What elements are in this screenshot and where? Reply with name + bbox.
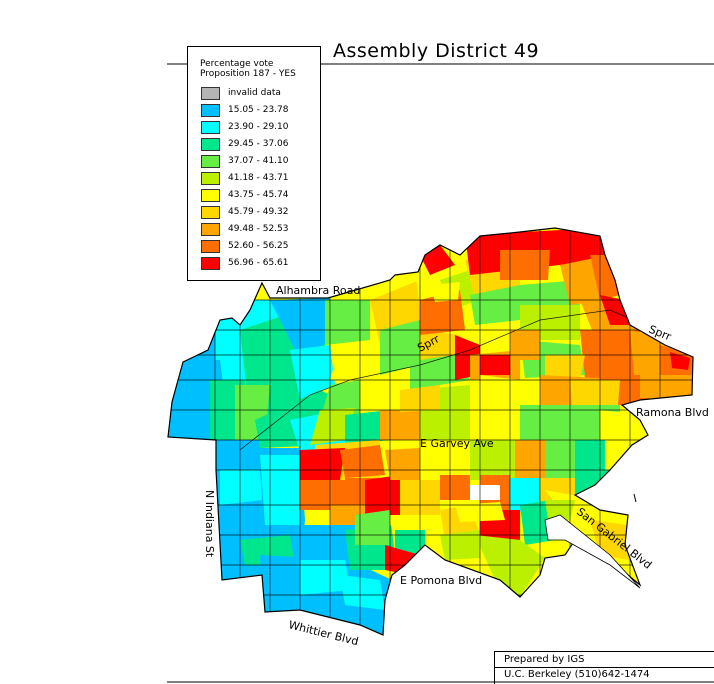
legend-label: 15.05 - 23.78 xyxy=(228,105,289,115)
credit-line1: Prepared by IGS xyxy=(504,654,585,665)
legend-swatch xyxy=(201,154,220,168)
legend-item: 49.48 - 52.53 xyxy=(201,222,289,236)
district-map: Alhambra Road Sprr Sprr Ramona Blvd E Ga… xyxy=(167,63,714,683)
legend-item: 45.79 - 49.32 xyxy=(201,205,289,219)
legend-item: 23.90 - 29.10 xyxy=(201,120,289,134)
legend-swatch xyxy=(201,239,220,253)
legend-swatch xyxy=(201,171,220,185)
legend-item: 15.05 - 23.78 xyxy=(201,103,289,117)
legend-label: 49.48 - 52.53 xyxy=(228,224,289,234)
legend-label: 52.60 - 56.25 xyxy=(228,241,289,251)
map-title: Assembly District 49 xyxy=(333,40,540,62)
legend-label: 37.07 - 41.10 xyxy=(228,156,289,166)
street-label-alhambra: Alhambra Road xyxy=(276,284,360,297)
legend-item: 56.96 - 65.61 xyxy=(201,256,289,270)
legend-swatch xyxy=(201,222,220,236)
legend-label: 23.90 - 29.10 xyxy=(228,122,289,132)
legend-title: Percentage vote Proposition 187 - YES xyxy=(200,59,296,79)
legend: Percentage vote Proposition 187 - YES in… xyxy=(187,46,321,281)
street-label-garvey: E Garvey Ave xyxy=(420,437,494,450)
legend-swatch xyxy=(201,103,220,117)
street-label-ramona: Ramona Blvd xyxy=(636,406,709,419)
legend-label: 29.45 - 37.06 xyxy=(228,139,289,149)
street-label-indiana: N Indiana St xyxy=(203,490,216,558)
legend-item: 29.45 - 37.06 xyxy=(201,137,289,151)
legend-item: 52.60 - 56.25 xyxy=(201,239,289,253)
legend-label: 43.75 - 45.74 xyxy=(228,190,289,200)
legend-item: 41.18 - 43.71 xyxy=(201,171,289,185)
legend-item: 43.75 - 45.74 xyxy=(201,188,289,202)
legend-label: 41.18 - 43.71 xyxy=(228,173,289,183)
credit-box: Prepared by IGS U.C. Berkeley (510)642-1… xyxy=(494,651,714,684)
legend-swatch xyxy=(201,120,220,134)
legend-swatch xyxy=(201,205,220,219)
legend-title-line2: Proposition 187 - YES xyxy=(200,69,296,79)
street-label-pomona: E Pomona Blvd xyxy=(400,574,482,587)
legend-label: 56.96 - 65.61 xyxy=(228,258,289,268)
legend-item: invalid data xyxy=(201,86,281,100)
legend-swatch xyxy=(201,256,220,270)
map-figure: Alhambra Road Sprr Sprr Ramona Blvd E Ga… xyxy=(0,0,714,684)
legend-title-line1: Percentage vote xyxy=(200,59,274,69)
legend-swatch xyxy=(201,137,220,151)
credit-line2: U.C. Berkeley (510)642-1474 xyxy=(504,669,650,680)
legend-label: invalid data xyxy=(228,88,281,98)
legend-item: 37.07 - 41.10 xyxy=(201,154,289,168)
legend-swatch xyxy=(201,188,220,202)
legend-swatch xyxy=(201,86,220,100)
legend-label: 45.79 - 49.32 xyxy=(228,207,289,217)
